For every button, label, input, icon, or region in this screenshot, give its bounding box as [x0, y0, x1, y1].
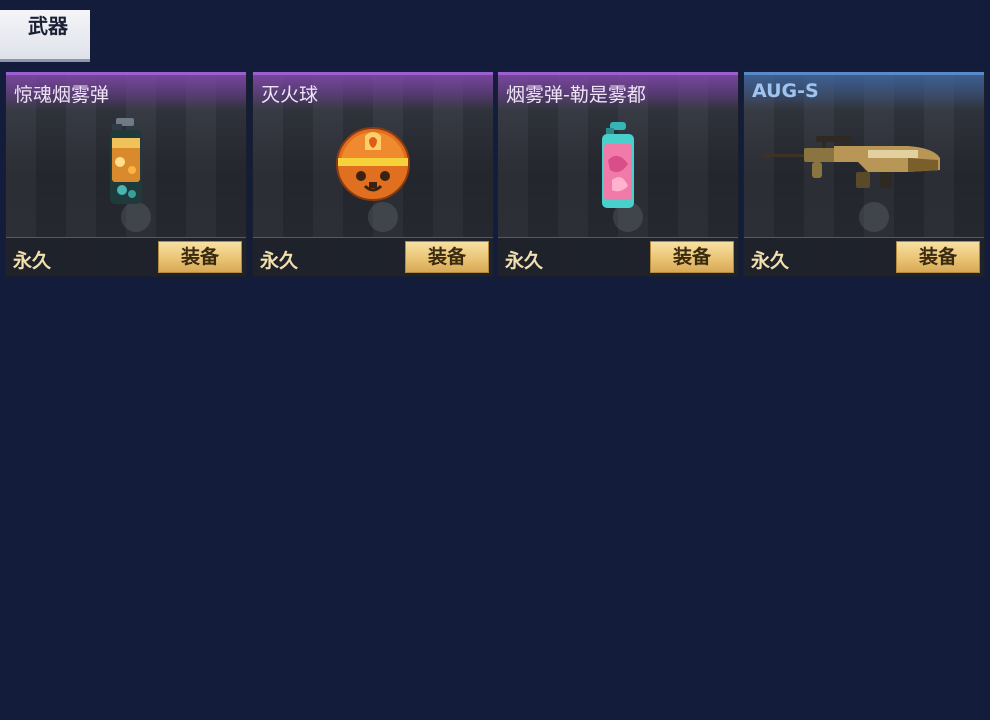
- item-duration: 永久: [751, 250, 790, 272]
- item-duration: 永久: [13, 250, 52, 272]
- item-card[interactable]: 烟雾弹-勒是雾都 永久 装备: [498, 72, 738, 276]
- item-card[interactable]: 灭火球 永久 装备: [253, 72, 493, 276]
- card-background-figure: [859, 202, 889, 232]
- equip-button[interactable]: 装备: [650, 241, 734, 273]
- card-footer: 永久 装备: [744, 237, 984, 276]
- smoke-grenade-icon: [110, 118, 142, 204]
- item-name: 惊魂烟雾弹: [14, 84, 110, 106]
- item-name: 烟雾弹-勒是雾都: [506, 84, 646, 106]
- assault-rifle-icon: [762, 136, 940, 188]
- equip-button[interactable]: 装备: [896, 241, 980, 273]
- tab-weapons-label: 武器: [28, 14, 68, 38]
- card-footer: 永久 装备: [498, 237, 738, 276]
- item-name: AUG-S: [752, 80, 819, 102]
- card-background-figure: [368, 202, 398, 232]
- smoke-grenade-icon: [602, 122, 634, 208]
- equip-button[interactable]: 装备: [158, 241, 242, 273]
- item-card[interactable]: 惊魂烟雾弹 永久 装备: [6, 72, 246, 276]
- card-footer: 永久 装备: [6, 237, 246, 276]
- item-duration: 永久: [260, 250, 299, 272]
- tab-weapons[interactable]: 武器: [0, 10, 90, 62]
- item-name: 灭火球: [261, 84, 319, 106]
- card-footer: 永久 装备: [253, 237, 493, 276]
- item-card[interactable]: AUG-S 永久 装备: [744, 72, 984, 276]
- item-duration: 永久: [505, 250, 544, 272]
- fire-extinguisher-ball-icon: [336, 127, 410, 201]
- equip-button[interactable]: 装备: [405, 241, 489, 273]
